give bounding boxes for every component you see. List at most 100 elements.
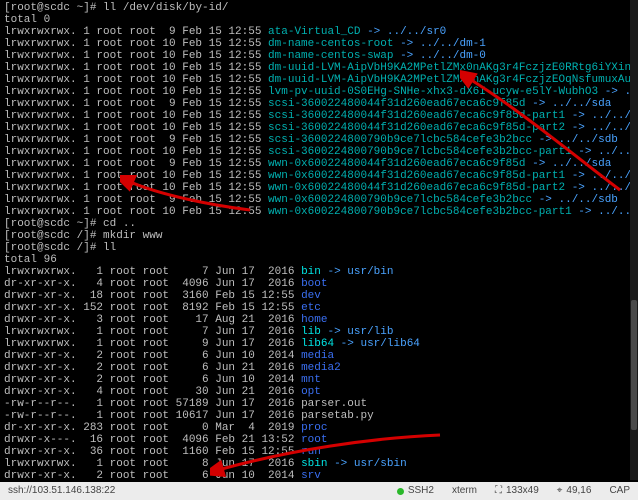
- device-name: dm-name-centos-swap: [268, 50, 393, 62]
- list-item: lrwxrwxrwx. 1 root root 9 Feb 15 12:55: [4, 98, 268, 110]
- cmd-text: cd ..: [103, 218, 136, 230]
- status-host: ssh://103.51.146.138:22: [6, 482, 117, 500]
- status-caps[interactable]: CAP: [607, 482, 632, 500]
- scrollbar[interactable]: [630, 0, 638, 480]
- list-item: lrwxrwxrwx. 1 root root 10 Feb 15 12:55: [4, 86, 268, 98]
- list-item: lrwxrwxrwx. 1 root root 10 Feb 15 12:55: [4, 110, 268, 122]
- list-item: lrwxrwxrwx. 1 root root 9 Feb 15 12:55: [4, 158, 268, 170]
- output-line: total 0: [4, 14, 50, 26]
- prompt: [root@scdc /]#: [4, 230, 96, 242]
- list-item: drwxr-xr-x. 152 root root 8192 Feb 15 12…: [4, 302, 301, 314]
- list-item: drwxr-xr-x. 2 root root 6 Jun 10 2014: [4, 470, 301, 482]
- file-name: parsetab.py: [301, 410, 374, 422]
- list-item: lrwxrwxrwx. 1 root root 10 Feb 15 12:55: [4, 74, 268, 86]
- file-name: lib: [301, 326, 321, 338]
- symlink-target: -> ../../sdb1: [572, 146, 638, 158]
- cmd-text: ll /dev/disk/by-id/: [103, 2, 228, 14]
- file-name: proc: [301, 422, 327, 434]
- output-line: total 96: [4, 254, 57, 266]
- list-item: drwxr-xr-x. 3 root root 17 Aug 21 2016: [4, 314, 301, 326]
- list-item: -rw-r--r--. 1 root root 10617 Jun 17 201…: [4, 410, 301, 422]
- file-name: dev: [301, 290, 321, 302]
- list-item: lrwxrwxrwx. 1 root root 10 Feb 15 12:55: [4, 50, 268, 62]
- cmd-text: ll: [103, 242, 116, 254]
- list-item: drwxr-xr-x. 2 root root 6 Jun 10 2014: [4, 374, 301, 386]
- symlink-target: -> ../../sda1: [565, 110, 638, 122]
- status-bar: ssh://103.51.146.138:22 SSH2 xterm ⛶133x…: [0, 482, 638, 500]
- symlink-target: -> ../../sda: [526, 98, 612, 110]
- device-name: wwn-0x60022480044f31d260ead67eca6c9f85d-…: [268, 170, 565, 182]
- device-name: scsi-360022480044f31d260ead67eca6c9f85d: [268, 98, 525, 110]
- list-item: lrwxrwxrwx. 1 root root 9 Jun 17 2016: [4, 338, 301, 350]
- symlink-target: -> ../../sda1: [565, 170, 638, 182]
- symlink-target: -> ../../sda2: [565, 182, 638, 194]
- file-name: media2: [301, 362, 341, 374]
- symlink-target: -> ../../sdb1: [572, 206, 638, 218]
- device-name: dm-uuid-LVM-AipVbH9KA2MPetlZMx0nAKg3r4Fc…: [268, 74, 638, 86]
- status-ssh: SSH2: [395, 482, 436, 500]
- list-item: drwxr-xr-x. 2 root root 6 Jun 10 2014: [4, 350, 301, 362]
- file-name: srv: [301, 470, 321, 482]
- list-item: drwxr-xr-x. 36 root root 1160 Feb 15 12:…: [4, 446, 301, 458]
- file-name: run: [301, 446, 321, 458]
- file-name: root: [301, 434, 327, 446]
- status-size: ⛶133x49: [493, 482, 541, 500]
- file-name: sbin: [301, 458, 327, 470]
- device-name: scsi-360022480044f31d260ead67eca6c9f85d-…: [268, 110, 565, 122]
- list-item: lrwxrwxrwx. 1 root root 10 Feb 15 12:55: [4, 146, 268, 158]
- symlink-target: -> ../../dm-1: [393, 38, 485, 50]
- symlink-target: -> usr/bin: [321, 266, 394, 278]
- file-name: home: [301, 314, 327, 326]
- device-name: wwn-0x60022480044f31d260ead67eca6c9f85d-…: [268, 182, 565, 194]
- scrollbar-thumb[interactable]: [631, 300, 637, 430]
- device-name: ata-Virtual_CD: [268, 26, 360, 38]
- list-item: -rw-r--r--. 1 root root 57189 Jun 17 201…: [4, 398, 301, 410]
- file-name: media: [301, 350, 334, 362]
- list-item: lrwxrwxrwx. 1 root root 9 Feb 15 12:55: [4, 134, 268, 146]
- file-name: bin: [301, 266, 321, 278]
- status-term: xterm: [450, 482, 479, 500]
- list-item: lrwxrwxrwx. 1 root root 10 Feb 15 12:55: [4, 182, 268, 194]
- file-name: opt: [301, 386, 321, 398]
- symlink-target: -> usr/lib: [321, 326, 394, 338]
- file-name: boot: [301, 278, 327, 290]
- device-name: wwn-0x600224800790b9ce7lcbc584cefe3b2bcc…: [268, 206, 572, 218]
- file-name: parser.out: [301, 398, 367, 410]
- list-item: drwxr-x---. 16 root root 4096 Feb 21 13:…: [4, 434, 301, 446]
- symlink-target: -> ../../sr0: [360, 26, 446, 38]
- symlink-target: -> ../../sdb: [532, 194, 618, 206]
- list-item: drwxr-xr-x. 18 root root 3160 Feb 15 12:…: [4, 290, 301, 302]
- list-item: lrwxrwxrwx. 1 root root 7 Jun 17 2016: [4, 326, 301, 338]
- list-item: lrwxrwxrwx. 1 root root 10 Feb 15 12:55: [4, 62, 268, 74]
- list-item: lrwxrwxrwx. 1 root root 10 Feb 15 12:55: [4, 38, 268, 50]
- device-name: dm-name-centos-root: [268, 38, 393, 50]
- device-name: scsi-3600224800790b9ce7lcbc584cefe3b2bcc…: [268, 146, 572, 158]
- list-item: lrwxrwxrwx. 1 root root 10 Feb 15 12:55: [4, 170, 268, 182]
- list-item: lrwxrwxrwx. 1 root root 10 Feb 15 12:55: [4, 206, 268, 218]
- device-name: scsi-3600224800790b9ce7lcbc584cefe3b2bcc: [268, 134, 532, 146]
- file-name: mnt: [301, 374, 321, 386]
- status-pos: ⌖49,16: [555, 482, 594, 500]
- list-item: lrwxrwxrwx. 1 root root 10 Feb 15 12:55: [4, 122, 268, 134]
- file-name: lib64: [301, 338, 334, 350]
- device-name: wwn-0x600224800790b9ce7lcbc584cefe3b2bcc: [268, 194, 532, 206]
- cmd-text: mkdir www: [103, 230, 162, 242]
- list-item: lrwxrwxrwx. 1 root root 9 Feb 15 12:55: [4, 194, 268, 206]
- symlink-target: -> usr/sbin: [327, 458, 406, 470]
- symlink-target: -> ../../dm-0: [393, 50, 485, 62]
- symlink-target: -> ../../sda2: [565, 122, 638, 134]
- terminal[interactable]: [root@scdc ~]# ll /dev/disk/by-id/ total…: [0, 0, 638, 482]
- symlink-target: -> usr/lib64: [334, 338, 420, 350]
- list-item: dr-xr-xr-x. 4 root root 4096 Jun 17 2016: [4, 278, 301, 290]
- file-name: etc: [301, 302, 321, 314]
- prompt: [root@scdc ~]#: [4, 2, 96, 14]
- device-name: lvm-pv-uuid-0S0EHg-SNHe-xhx3-dX6I-ucyw-e…: [268, 86, 598, 98]
- device-name: wwn-0x60022480044f31d260ead67eca6c9f85d: [268, 158, 525, 170]
- list-item: lrwxrwxrwx. 1 root root 8 Jun 17 2016: [4, 458, 301, 470]
- symlink-target: -> ../../sdb: [532, 134, 618, 146]
- device-name: dm-uuid-LVM-AipVbH9KA2MPetlZMx0nAKg3r4Fc…: [268, 62, 638, 74]
- device-name: scsi-360022480044f31d260ead67eca6c9f85d-…: [268, 122, 565, 134]
- list-item: lrwxrwxrwx. 1 root root 7 Jun 17 2016: [4, 266, 301, 278]
- list-item: dr-xr-xr-x. 283 root root 0 Mar 4 2019: [4, 422, 301, 434]
- prompt: [root@scdc ~]#: [4, 218, 96, 230]
